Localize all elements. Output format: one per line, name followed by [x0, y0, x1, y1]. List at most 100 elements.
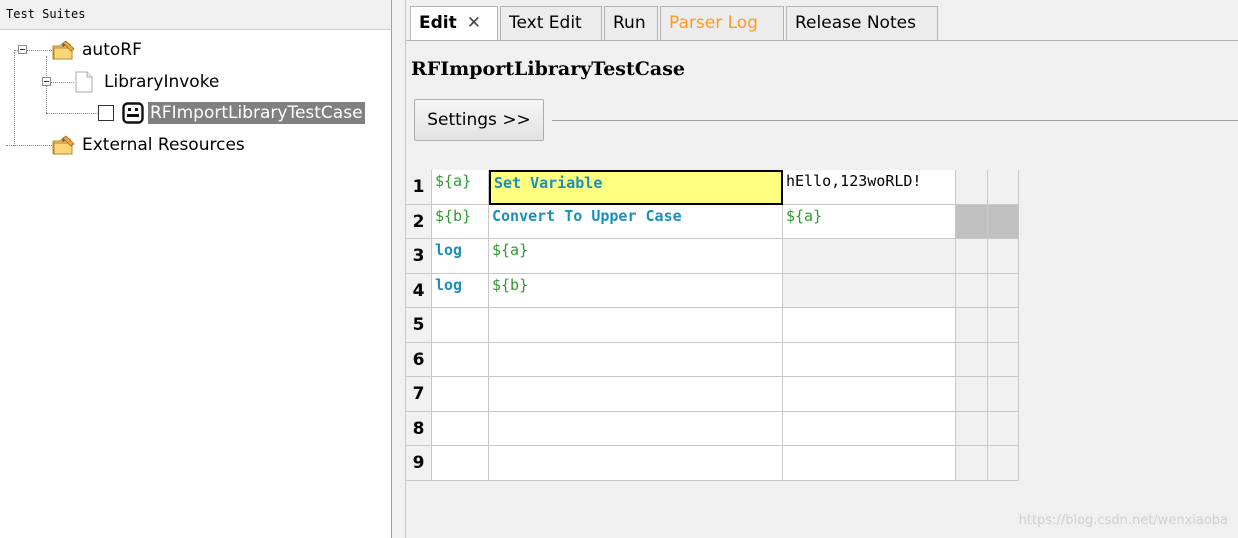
- grid-cell[interactable]: [489, 377, 783, 412]
- row-number[interactable]: 8: [406, 411, 432, 446]
- grid-cell[interactable]: [489, 411, 783, 446]
- grid-cell[interactable]: [988, 446, 1019, 481]
- settings-button[interactable]: Settings >>: [414, 99, 544, 141]
- grid-cell[interactable]: [956, 446, 988, 481]
- test-steps-grid: 1 ${a} Set Variable hEllo,123woRLD! 2 ${b} Con…: [406, 170, 1238, 538]
- row-number[interactable]: 1: [406, 170, 432, 205]
- grid-cell[interactable]: [432, 342, 489, 377]
- test-suites-panel: Test Suites autoRF LibraryInvoke RFImpor…: [0, 0, 392, 538]
- tab-release-notes[interactable]: Release Notes: [786, 6, 938, 40]
- grid-cell[interactable]: [783, 308, 956, 343]
- grid-cell[interactable]: [956, 204, 988, 239]
- grid-cell[interactable]: [783, 377, 956, 412]
- panel-splitter[interactable]: [392, 0, 406, 538]
- panel-header: Test Suites: [0, 0, 391, 30]
- grid-cell[interactable]: [988, 411, 1019, 446]
- tree-node-rfimportlibrarytestcase[interactable]: RFImportLibraryTestCase: [98, 100, 365, 126]
- test-case-editor: RFImportLibraryTestCase Settings >> 1 ${a…: [406, 41, 1238, 538]
- grid-cell[interactable]: Convert To Upper Case: [489, 204, 783, 239]
- cell-text: ${a}: [435, 172, 472, 190]
- grid-cell[interactable]: Set Variable: [489, 170, 783, 205]
- grid-cell[interactable]: [432, 308, 489, 343]
- grid-cell[interactable]: [956, 342, 988, 377]
- grid-cell[interactable]: [956, 308, 988, 343]
- grid-cell[interactable]: [956, 170, 988, 205]
- grid-cell[interactable]: [988, 273, 1019, 308]
- cell-text: ${b}: [435, 206, 472, 225]
- tree-line: [46, 113, 98, 114]
- tab-edit[interactable]: Edit ✕: [410, 6, 498, 43]
- row-number[interactable]: 2: [406, 204, 432, 239]
- grid-cell[interactable]: [783, 411, 956, 446]
- tree-node-external-resources[interactable]: External Resources: [52, 132, 245, 158]
- row-number[interactable]: 4: [406, 273, 432, 308]
- cell-text: Set Variable: [494, 174, 603, 192]
- grid-cell[interactable]: [988, 342, 1019, 377]
- grid-cell[interactable]: log: [432, 273, 489, 308]
- row-number[interactable]: 9: [406, 446, 432, 481]
- grid-cell[interactable]: [783, 342, 956, 377]
- grid-cell[interactable]: [988, 239, 1019, 274]
- file-icon: [74, 71, 94, 93]
- grid-cell[interactable]: [432, 446, 489, 481]
- grid-cell[interactable]: ${b}: [489, 273, 783, 308]
- grid-cell[interactable]: [956, 411, 988, 446]
- tab-text-edit[interactable]: Text Edit: [500, 6, 602, 40]
- grid-cell[interactable]: [988, 204, 1019, 239]
- row-number[interactable]: 7: [406, 377, 432, 412]
- grid-cell[interactable]: [988, 308, 1019, 343]
- row-number[interactable]: 3: [406, 239, 432, 274]
- grid-cell[interactable]: [956, 377, 988, 412]
- tab-label: Text Edit: [509, 13, 582, 33]
- cell-text: ${a}: [492, 241, 529, 259]
- cell-text: ${b}: [492, 275, 529, 294]
- page-title: RFImportLibraryTestCase: [411, 58, 685, 80]
- grid-cell[interactable]: [783, 446, 956, 481]
- row-number[interactable]: 6: [406, 342, 432, 377]
- row-number[interactable]: 5: [406, 308, 432, 343]
- tree-line: [50, 82, 74, 83]
- grid-cell[interactable]: ${a}: [489, 239, 783, 274]
- tab-label: Run: [613, 13, 646, 33]
- tree-node-label: External Resources: [82, 135, 245, 155]
- folder-edit-icon: [52, 134, 76, 156]
- collapse-toggle[interactable]: [18, 45, 27, 54]
- grid-cell[interactable]: [489, 446, 783, 481]
- tree-node-autorf[interactable]: autoRF: [52, 37, 142, 63]
- tree-node-label: LibraryInvoke: [104, 72, 220, 92]
- grid-cell[interactable]: hEllo,123woRLD!: [783, 170, 956, 205]
- grid-cell[interactable]: ${a}: [783, 204, 956, 239]
- grid-cell[interactable]: [432, 411, 489, 446]
- tree-line: [6, 145, 52, 146]
- tab-label: Edit: [419, 13, 457, 33]
- grid-cell[interactable]: [988, 377, 1019, 412]
- tree-line: [14, 52, 15, 146]
- grid-cell[interactable]: [489, 308, 783, 343]
- grid-cell[interactable]: [956, 273, 988, 308]
- grid-cell[interactable]: [783, 273, 956, 308]
- grid-cell[interactable]: [988, 170, 1019, 205]
- grid-cell[interactable]: [489, 342, 783, 377]
- grid-cell[interactable]: [783, 239, 956, 274]
- grid-cell[interactable]: log: [432, 239, 489, 274]
- grid-cell[interactable]: [956, 239, 988, 274]
- watermark: https://blog.csdn.net/wenxiaoba: [1018, 513, 1228, 528]
- tab-label: Parser Log: [669, 13, 758, 33]
- tab-parser-log[interactable]: Parser Log: [660, 6, 784, 40]
- editor-panel: Edit ✕ Text Edit Run Parser Log Release N…: [406, 0, 1238, 538]
- tab-bar: Edit ✕ Text Edit Run Parser Log Release N…: [406, 6, 1238, 43]
- grid-cell[interactable]: [432, 377, 489, 412]
- robot-icon: [122, 102, 144, 124]
- settings-divider: [552, 120, 1238, 121]
- folder-edit-icon: [52, 39, 76, 61]
- tree-node-libraryinvoke[interactable]: LibraryInvoke: [74, 69, 219, 95]
- tab-run[interactable]: Run: [604, 6, 658, 40]
- collapse-toggle[interactable]: [42, 77, 51, 86]
- close-icon[interactable]: ✕: [467, 13, 481, 33]
- grid-cell[interactable]: ${b}: [432, 204, 489, 239]
- cell-text: ${a}: [786, 206, 823, 225]
- cell-text: log: [435, 241, 463, 259]
- grid-cell[interactable]: ${a}: [432, 170, 489, 205]
- checkbox[interactable]: [98, 105, 114, 121]
- cell-text: hEllo,123woRLD!: [786, 172, 922, 190]
